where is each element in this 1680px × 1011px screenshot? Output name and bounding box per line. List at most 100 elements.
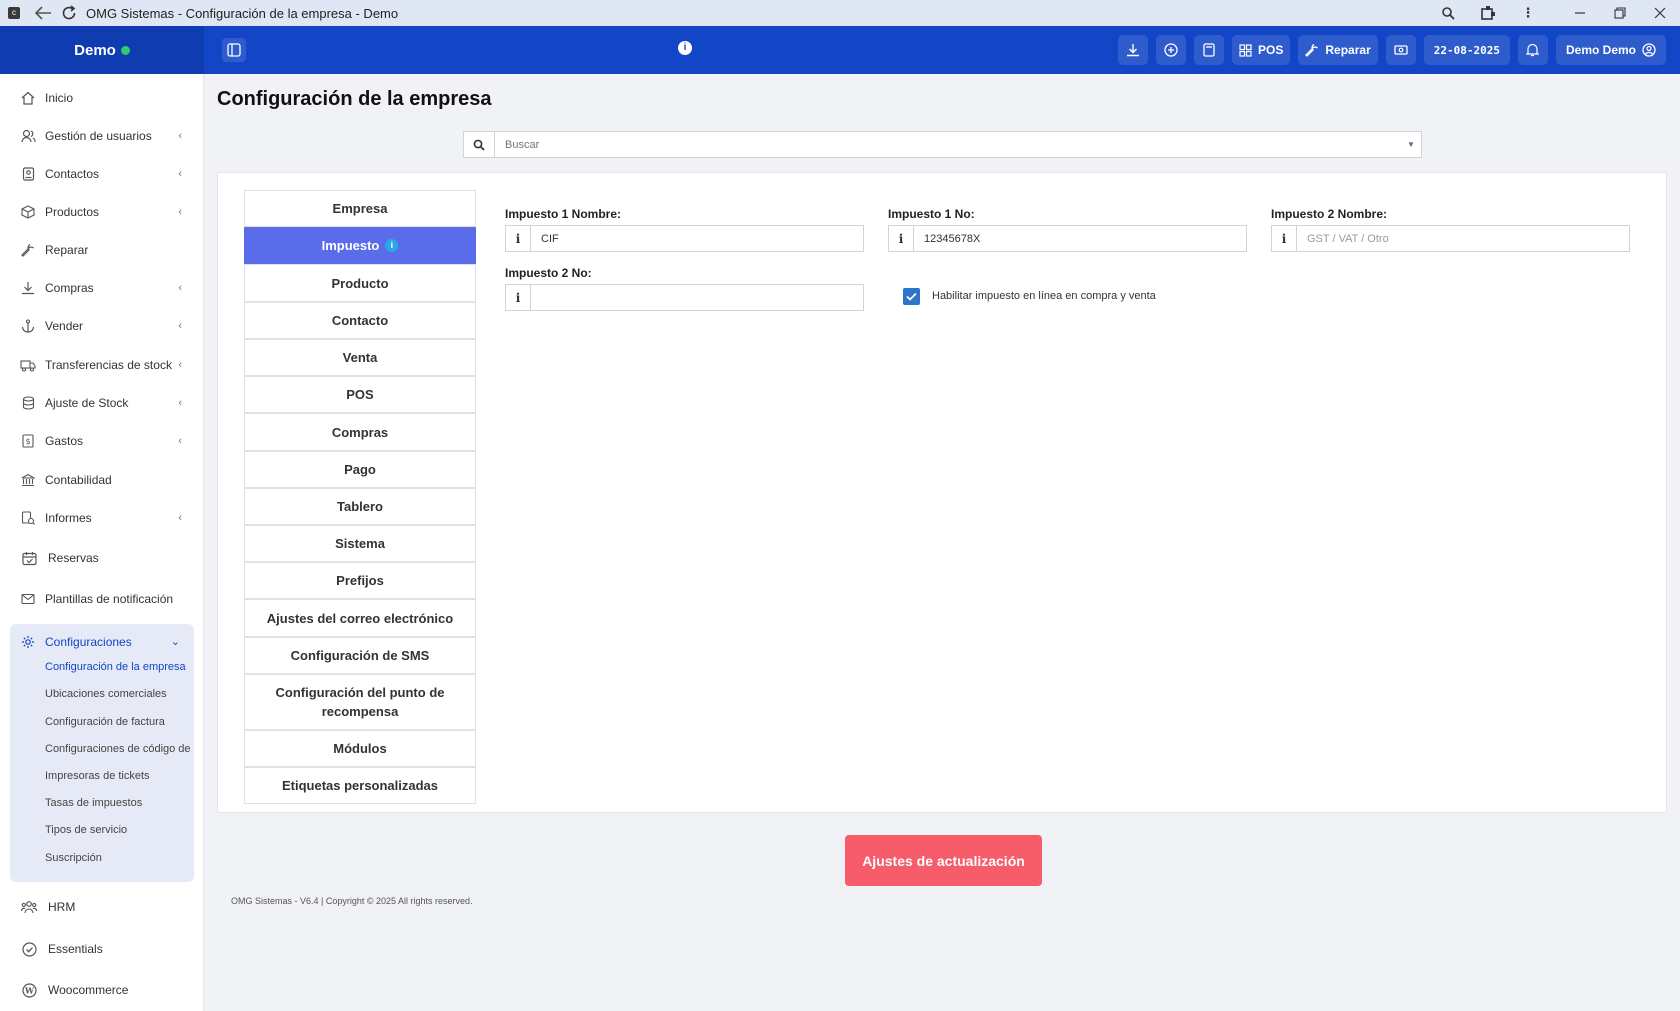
window-title: OMG Sistemas - Configuración de la empre… [86, 5, 399, 21]
tab-label: Venta [342, 350, 378, 365]
tax2-name-label: Impuesto 2 Nombre: [1271, 207, 1388, 221]
dropdown-caret-icon[interactable]: ▼ [1401, 132, 1421, 157]
user-menu-button[interactable]: Demo Demo [1555, 35, 1666, 65]
tax1-name-input[interactable] [531, 226, 863, 251]
tab-sistema[interactable]: Sistema [244, 525, 476, 562]
update-settings-button[interactable]: Ajustes de actualización [845, 835, 1042, 886]
sidebar-item-essentials[interactable]: Essentials [0, 931, 204, 967]
close-window-icon[interactable] [1640, 0, 1680, 26]
report-icon [20, 510, 36, 526]
sidebar-item-label: Gastos [45, 434, 84, 448]
tax1-no-label: Impuesto 1 No: [888, 207, 975, 221]
home-icon [20, 90, 36, 106]
tax2-no-field: i [505, 284, 864, 311]
sidebar-item-woocommerce[interactable]: W Woocommerce [0, 972, 204, 1008]
tax2-no-label: Impuesto 2 No: [505, 266, 592, 280]
tab-contacto[interactable]: Contacto [244, 302, 476, 339]
sidebar-item-transferencias[interactable]: Transferencias de stock ‹ [0, 347, 204, 383]
tab-sms[interactable]: Configuración de SMS [244, 637, 476, 674]
add-button[interactable] [1156, 35, 1187, 65]
minimize-icon[interactable] [1560, 0, 1600, 26]
chevron-left-icon: ‹ [178, 282, 182, 294]
sidebar-item-label: Transferencias de stock [45, 358, 172, 372]
kebab-menu-icon[interactable]: ⋮ [1508, 0, 1548, 26]
sidebar-item-label: Productos [45, 205, 100, 219]
info-icon: i [385, 239, 399, 252]
info-icon[interactable]: i [678, 41, 692, 55]
tab-empresa[interactable]: Empresa [244, 190, 476, 227]
tab-modulos[interactable]: Módulos [244, 730, 476, 767]
download-icon [20, 280, 36, 296]
download-icon [1127, 44, 1140, 57]
restore-icon[interactable] [1600, 0, 1640, 26]
calculator-button[interactable] [1194, 35, 1225, 65]
sidebar-item-contabilidad[interactable]: Contabilidad [0, 462, 204, 498]
sidebar-subitem-ubicaciones[interactable]: Ubicaciones comerciales [45, 683, 193, 705]
sidebar-item-vender[interactable]: Vender ‹ [0, 308, 204, 344]
sidebar-item-reparar[interactable]: Reparar [0, 232, 204, 268]
calculator-icon [1203, 43, 1215, 57]
sidebar-item-inicio[interactable]: Inicio [0, 80, 204, 116]
box-icon [20, 204, 36, 220]
search-input[interactable] [495, 132, 1401, 157]
reload-icon[interactable] [56, 0, 82, 26]
sidebar-subitem-codigo-barras[interactable]: Configuraciones de código de barras [45, 738, 193, 760]
sidebar-subitem-empresa[interactable]: Configuración de la empresa [45, 656, 193, 678]
cash-register-button[interactable] [1385, 35, 1416, 65]
zoom-icon[interactable] [1428, 0, 1468, 26]
date-badge: 22-08-2025 [1423, 35, 1510, 65]
sidebar-item-plantillas[interactable]: Plantillas de notificación [0, 581, 204, 617]
tab-recompensa[interactable]: Configuración del punto de recompensa [244, 674, 476, 730]
tax2-no-input[interactable] [531, 285, 863, 310]
tab-label: Compras [331, 424, 389, 440]
sidebar-item-hrm[interactable]: HRM [0, 889, 204, 925]
tab-label: Pago [344, 462, 376, 477]
tab-pago[interactable]: Pago [244, 451, 476, 488]
info-icon: i [506, 226, 531, 251]
tab-prefijos[interactable]: Prefijos [244, 562, 476, 599]
sidebar-item-informes[interactable]: Informes ‹ [0, 500, 204, 536]
sidebar-item-label: Reparar [45, 243, 89, 257]
sidebar-item-productos[interactable]: Productos ‹ [0, 194, 204, 230]
sidebar-subitem-servicio[interactable]: Tipos de servicio [45, 819, 193, 841]
sidebar-item-configuraciones[interactable]: Configuraciones ⌄ [10, 628, 194, 656]
repair-button[interactable]: Reparar [1298, 35, 1378, 65]
sidebar-subitem-factura[interactable]: Configuración de factura [45, 711, 193, 733]
app-icon: c [8, 7, 20, 19]
tab-compras[interactable]: Compras [244, 413, 476, 451]
tax1-no-input[interactable] [914, 226, 1246, 251]
database-icon [20, 395, 36, 411]
notifications-button[interactable] [1517, 35, 1548, 65]
inline-tax-checkbox[interactable] [903, 288, 920, 305]
sidebar-item-label: Plantillas de notificación [45, 592, 174, 606]
sidebar-subitem-impresoras[interactable]: Impresoras de tickets [45, 765, 193, 787]
tab-tablero[interactable]: Tablero [244, 488, 476, 525]
chevron-down-icon: ⌄ [170, 636, 180, 648]
tab-pos[interactable]: POS [244, 376, 476, 413]
sidebar-item-contactos[interactable]: Contactos ‹ [0, 156, 204, 192]
tab-correo[interactable]: Ajustes del correo electrónico [244, 599, 476, 637]
sidebar-item-ajuste-stock[interactable]: Ajuste de Stock ‹ [0, 385, 204, 421]
tab-venta[interactable]: Venta [244, 339, 476, 376]
download-button[interactable] [1118, 35, 1149, 65]
sidebar-item-gestion-usuarios[interactable]: Gestión de usuarios ‹ [0, 118, 204, 154]
tab-producto[interactable]: Producto [244, 264, 476, 302]
sidebar-item-label: Woocommerce [48, 983, 129, 997]
extensions-icon[interactable] [1468, 0, 1508, 26]
sidebar-toggle-icon[interactable] [222, 38, 246, 62]
tax2-name-input[interactable] [1297, 226, 1629, 251]
tab-etiquetas[interactable]: Etiquetas personalizadas [244, 767, 476, 804]
sidebar-subitem-tasas[interactable]: Tasas de impuestos [45, 792, 193, 814]
sidebar-item-compras[interactable]: Compras ‹ [0, 270, 204, 306]
search-icon [464, 132, 495, 157]
chevron-left-icon: ‹ [178, 206, 182, 218]
tab-impuesto[interactable]: Impuesto i [244, 227, 476, 264]
sidebar-item-gastos[interactable]: $ Gastos ‹ [0, 423, 204, 459]
sidebar-subitem-suscripcion[interactable]: Suscripción [45, 847, 193, 869]
sidebar-item-reservas[interactable]: Reservas [0, 540, 204, 576]
back-icon[interactable] [30, 0, 56, 26]
brand[interactable]: Demo [0, 26, 204, 74]
pos-button[interactable]: POS [1232, 35, 1291, 65]
calendar-check-icon [21, 550, 37, 566]
check-icon [906, 292, 917, 301]
